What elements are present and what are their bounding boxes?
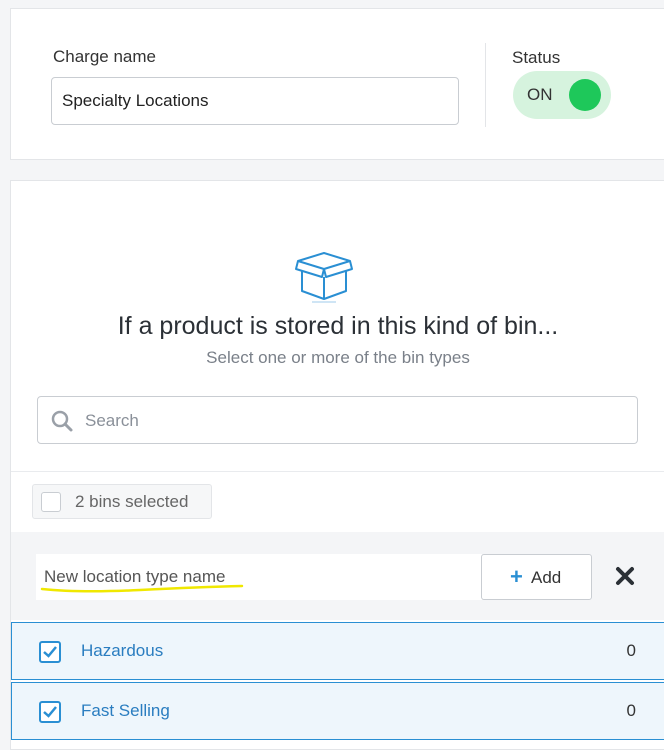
search-placeholder: Search — [85, 411, 139, 430]
bin-checkbox[interactable] — [39, 701, 61, 723]
open-box-icon — [295, 252, 353, 303]
charge-name-label: Charge name — [53, 47, 157, 66]
add-button[interactable]: + Add — [481, 554, 592, 600]
status-toggle-text: ON — [527, 85, 553, 104]
plus-icon: + — [510, 564, 523, 589]
new-location-input[interactable]: New location type name — [36, 554, 482, 600]
search-input[interactable]: Search — [37, 396, 638, 444]
bins-selected-count: 2 bins selected — [75, 492, 189, 511]
status-toggle[interactable]: ON — [513, 71, 611, 119]
bin-checkbox[interactable] — [39, 641, 61, 663]
bin-row-hazardous[interactable]: Hazardous 0 — [11, 622, 664, 680]
highlight-underline — [40, 584, 244, 593]
check-icon — [43, 646, 57, 658]
toggle-knob — [569, 79, 601, 111]
select-all-control[interactable]: 2 bins selected — [32, 484, 212, 519]
divider — [485, 43, 486, 127]
add-button-label: Add — [531, 568, 562, 587]
charge-card: Charge name Specialty Locations Status O… — [10, 8, 664, 160]
bin-heading: If a product is stored in this kind of b… — [117, 312, 559, 340]
search-icon — [51, 410, 73, 432]
select-all-checkbox[interactable] — [41, 492, 61, 512]
bin-name: Fast Selling — [81, 701, 170, 720]
divider — [11, 471, 664, 472]
bin-row-fast-selling[interactable]: Fast Selling 0 — [11, 682, 664, 740]
close-icon[interactable] — [614, 565, 636, 587]
bin-types-card: If a product is stored in this kind of b… — [10, 180, 664, 750]
bin-name: Hazardous — [81, 641, 164, 660]
bin-subheading: Select one or more of the bin types — [206, 348, 470, 367]
bin-count: 0 — [626, 701, 636, 720]
check-icon — [43, 706, 57, 718]
status-label: Status — [512, 48, 561, 67]
new-location-row: New location type name + Add — [11, 532, 664, 620]
bin-count: 0 — [626, 641, 636, 660]
charge-name-input[interactable]: Specialty Locations — [51, 77, 459, 125]
